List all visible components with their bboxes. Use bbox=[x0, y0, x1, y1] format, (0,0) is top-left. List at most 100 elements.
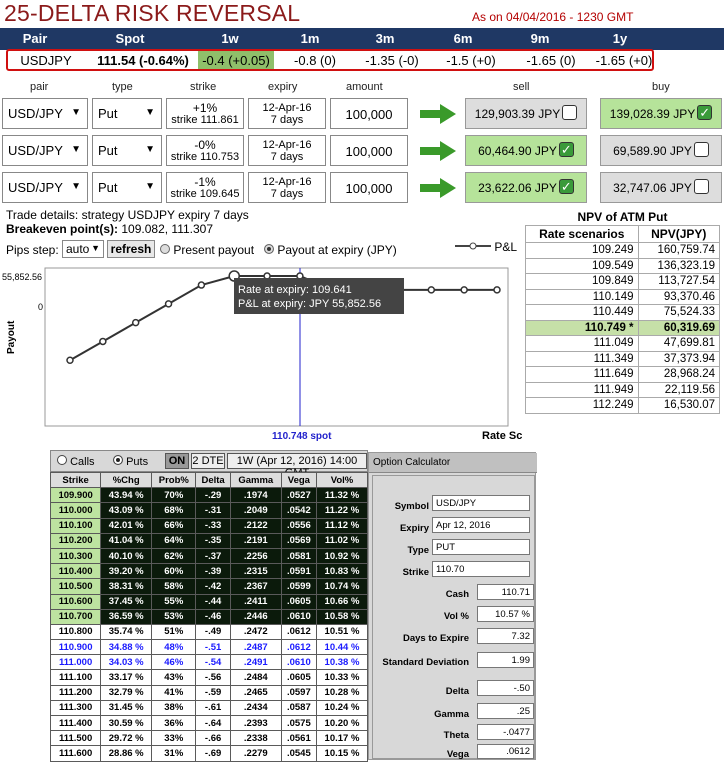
option-cell: .0605 bbox=[280, 593, 317, 610]
option-cell: .0569 bbox=[280, 532, 317, 549]
expiry-cell[interactable]: 12-Apr-16 7 days bbox=[248, 172, 326, 203]
on-button[interactable]: ON bbox=[165, 453, 189, 469]
sell-price[interactable]: 60,464.90 JPY ✓ bbox=[465, 135, 587, 166]
npv-rate: 110.449 bbox=[525, 304, 639, 321]
radio-present-payout[interactable]: Present payout bbox=[160, 243, 254, 257]
option-row[interactable]: 111.500 29.72 % 33% -.66.2338.0561 10.17 % bbox=[49, 730, 369, 747]
expiry-field[interactable]: Apr 12, 2016 bbox=[432, 517, 530, 533]
npv-col-value: NPV(JPY) bbox=[637, 225, 721, 243]
checkmark-icon[interactable]: ✓ bbox=[558, 179, 574, 195]
type-select[interactable]: Put ▼ bbox=[92, 172, 162, 203]
symbol-field[interactable]: USD/JPY bbox=[432, 495, 530, 511]
buy-price[interactable]: 32,747.06 JPY bbox=[600, 172, 722, 203]
opt-col-header[interactable]: Gamma bbox=[229, 471, 282, 489]
option-row[interactable]: 111.100 33.17 % 43% -.56.2484.0605 10.33 % bbox=[49, 669, 369, 686]
sell-price[interactable]: 129,903.39 JPY bbox=[465, 98, 587, 129]
strike-field[interactable]: 110.70 bbox=[432, 561, 530, 577]
dte-label: Days to Expire bbox=[403, 633, 469, 644]
chevron-down-icon: ▼ bbox=[71, 144, 81, 155]
pl-point[interactable] bbox=[66, 356, 74, 364]
quote-row[interactable]: USDJPY 111.54 (-0.64%) -0.4 (+0.05) -0.8… bbox=[6, 49, 654, 71]
option-cell: 111.500 bbox=[49, 730, 102, 747]
option-row[interactable]: 109.900 43.94 % 70% -.29.1974.0527 11.32 % bbox=[49, 487, 369, 504]
type-field[interactable]: PUT bbox=[432, 539, 530, 555]
pl-point[interactable] bbox=[493, 286, 501, 294]
pair-select[interactable]: USD/JPY ▼ bbox=[2, 98, 88, 129]
option-cell: 30.59 % bbox=[100, 714, 153, 732]
option-cell: .0610 bbox=[280, 654, 317, 671]
pl-point[interactable] bbox=[197, 281, 206, 289]
pips-step-select[interactable]: auto ▼ bbox=[62, 240, 104, 258]
opt-col-header[interactable]: Vol% bbox=[315, 471, 369, 489]
expiry-cell[interactable]: 12-Apr-16 7 days bbox=[248, 135, 326, 166]
type-select[interactable]: Put ▼ bbox=[92, 135, 162, 166]
checkmark-icon[interactable]: ✓ bbox=[558, 142, 574, 158]
option-row[interactable]: 110.800 35.74 % 51% -.49.2472.0612 10.51 % bbox=[49, 623, 369, 641]
option-cell: .0591 bbox=[280, 563, 317, 580]
amount-input[interactable]: 100,000 bbox=[330, 135, 408, 166]
header-spot: Spot bbox=[115, 31, 145, 46]
pl-point[interactable] bbox=[131, 318, 140, 327]
pl-point[interactable] bbox=[460, 286, 468, 294]
opt-col-header[interactable]: Vega bbox=[280, 471, 317, 489]
option-row[interactable]: 111.200 32.79 % 41% -.59.2465.0597 10.28 % bbox=[49, 684, 369, 701]
option-cell: .0597 bbox=[280, 684, 317, 701]
option-row[interactable]: 111.000 34.03 % 46% -.54.2491.0610 10.38 % bbox=[49, 654, 369, 671]
option-cell: .1974 bbox=[229, 487, 282, 504]
dte-field[interactable]: 7.32 bbox=[477, 628, 534, 644]
trade-details: Trade details: strategy USDJPY expiry 7 … bbox=[6, 208, 249, 222]
strike-cell[interactable]: -0% strike 110.753 bbox=[166, 135, 244, 166]
option-row[interactable]: 110.200 41.04 % 64% -.35.2191.0569 11.02 % bbox=[49, 532, 369, 549]
radio-puts[interactable]: Puts bbox=[113, 455, 148, 468]
strike-pct: +1% bbox=[192, 101, 218, 115]
opt-col-header[interactable]: Strike bbox=[49, 471, 102, 489]
option-cell: .2491 bbox=[229, 654, 282, 671]
pl-point[interactable] bbox=[99, 337, 107, 346]
buy-price[interactable]: 69,589.90 JPY bbox=[600, 135, 722, 166]
cash-field[interactable]: 110.71 bbox=[477, 584, 534, 600]
arrow-right-icon bbox=[420, 104, 456, 124]
pair-select[interactable]: USD/JPY ▼ bbox=[2, 172, 88, 203]
npv-row: 109.549 136,323.19 bbox=[525, 257, 721, 274]
checkmark-icon[interactable]: ✓ bbox=[697, 105, 713, 121]
checkbox-icon[interactable] bbox=[562, 105, 578, 121]
opt-col-header[interactable]: %Chg bbox=[100, 471, 153, 489]
option-row[interactable]: 110.300 40.10 % 62% -.37.2256.0581 10.92 % bbox=[49, 547, 369, 565]
checkbox-icon[interactable] bbox=[693, 142, 709, 158]
pl-point[interactable] bbox=[427, 286, 436, 294]
npv-rate: 111.049 bbox=[525, 335, 639, 352]
npv-row: 111.649 28,968.24 bbox=[525, 366, 721, 383]
option-row[interactable]: 110.500 38.31 % 58% -.42.2367.0599 10.74 % bbox=[49, 578, 369, 595]
pair-select[interactable]: USD/JPY ▼ bbox=[2, 135, 88, 166]
option-row[interactable]: 110.700 36.59 % 53% -.46.2446.0610 10.58 % bbox=[49, 608, 369, 625]
radio-expiry-payout[interactable]: Payout at expiry (JPY) bbox=[264, 243, 397, 257]
option-row[interactable]: 111.300 31.45 % 38% -.61.2434.0587 10.24 % bbox=[49, 699, 369, 717]
expiry-cell[interactable]: 12-Apr-16 7 days bbox=[248, 98, 326, 129]
option-row[interactable]: 110.400 39.20 % 60% -.39.2315.0591 10.83 % bbox=[49, 563, 369, 580]
buy-price[interactable]: 139,028.39 JPY ✓ bbox=[600, 98, 722, 129]
option-row[interactable]: 110.000 43.09 % 68% -.31.2049.0542 11.22 % bbox=[49, 502, 369, 519]
checkbox-icon[interactable] bbox=[693, 179, 709, 195]
option-row[interactable]: 110.100 42.01 % 66% -.33.2122.0556 11.12 % bbox=[49, 517, 369, 534]
option-row[interactable]: 110.600 37.45 % 55% -.44.2411.0605 10.66 % bbox=[49, 593, 369, 610]
vol-field[interactable]: 10.57 % bbox=[477, 606, 534, 622]
opt-col-header[interactable]: Delta bbox=[195, 471, 231, 489]
refresh-button[interactable]: refresh bbox=[107, 240, 155, 258]
radio-calls[interactable]: Calls bbox=[57, 455, 95, 468]
calls-label: Calls bbox=[70, 456, 95, 468]
dte-button[interactable]: 2 DTE bbox=[191, 453, 225, 469]
pl-point[interactable] bbox=[164, 300, 173, 308]
strike-cell[interactable]: +1% strike 111.861 bbox=[166, 98, 244, 129]
amount-input[interactable]: 100,000 bbox=[330, 172, 408, 203]
option-cell: 110.000 bbox=[49, 502, 102, 519]
strike-cell[interactable]: -1% strike 109.645 bbox=[166, 172, 244, 203]
option-row[interactable]: 110.900 34.88 % 48% -.51.2487.0612 10.44 % bbox=[49, 639, 369, 656]
type-select[interactable]: Put ▼ bbox=[92, 98, 162, 129]
option-cell: 43.94 % bbox=[100, 487, 153, 504]
opt-col-header[interactable]: Prob% bbox=[151, 471, 197, 489]
amount-input[interactable]: 100,000 bbox=[330, 98, 408, 129]
option-row[interactable]: 111.400 30.59 % 36% -.64.2393.0575 10.20 % bbox=[49, 714, 369, 732]
expiry-select[interactable]: 1W (Apr 12, 2016) 14:00 GMT bbox=[227, 453, 367, 479]
sell-price[interactable]: 23,622.06 JPY ✓ bbox=[465, 172, 587, 203]
option-row[interactable]: 111.600 28.86 % 31% -.69.2279.0545 10.15 % bbox=[49, 745, 369, 762]
